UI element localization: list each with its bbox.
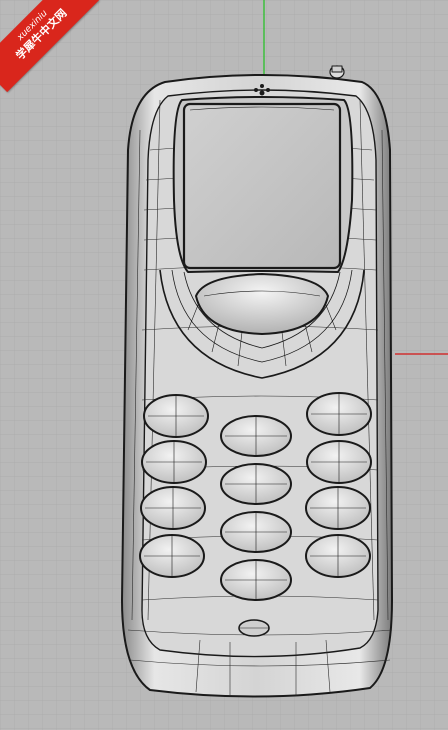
keypad[interactable] [139,392,372,601]
display-screen [182,102,342,270]
phone-model[interactable] [121,65,393,698]
rhino-viewport[interactable]: xuexiniu 学犀牛中文网 [0,0,448,730]
model-scene[interactable] [0,0,448,730]
